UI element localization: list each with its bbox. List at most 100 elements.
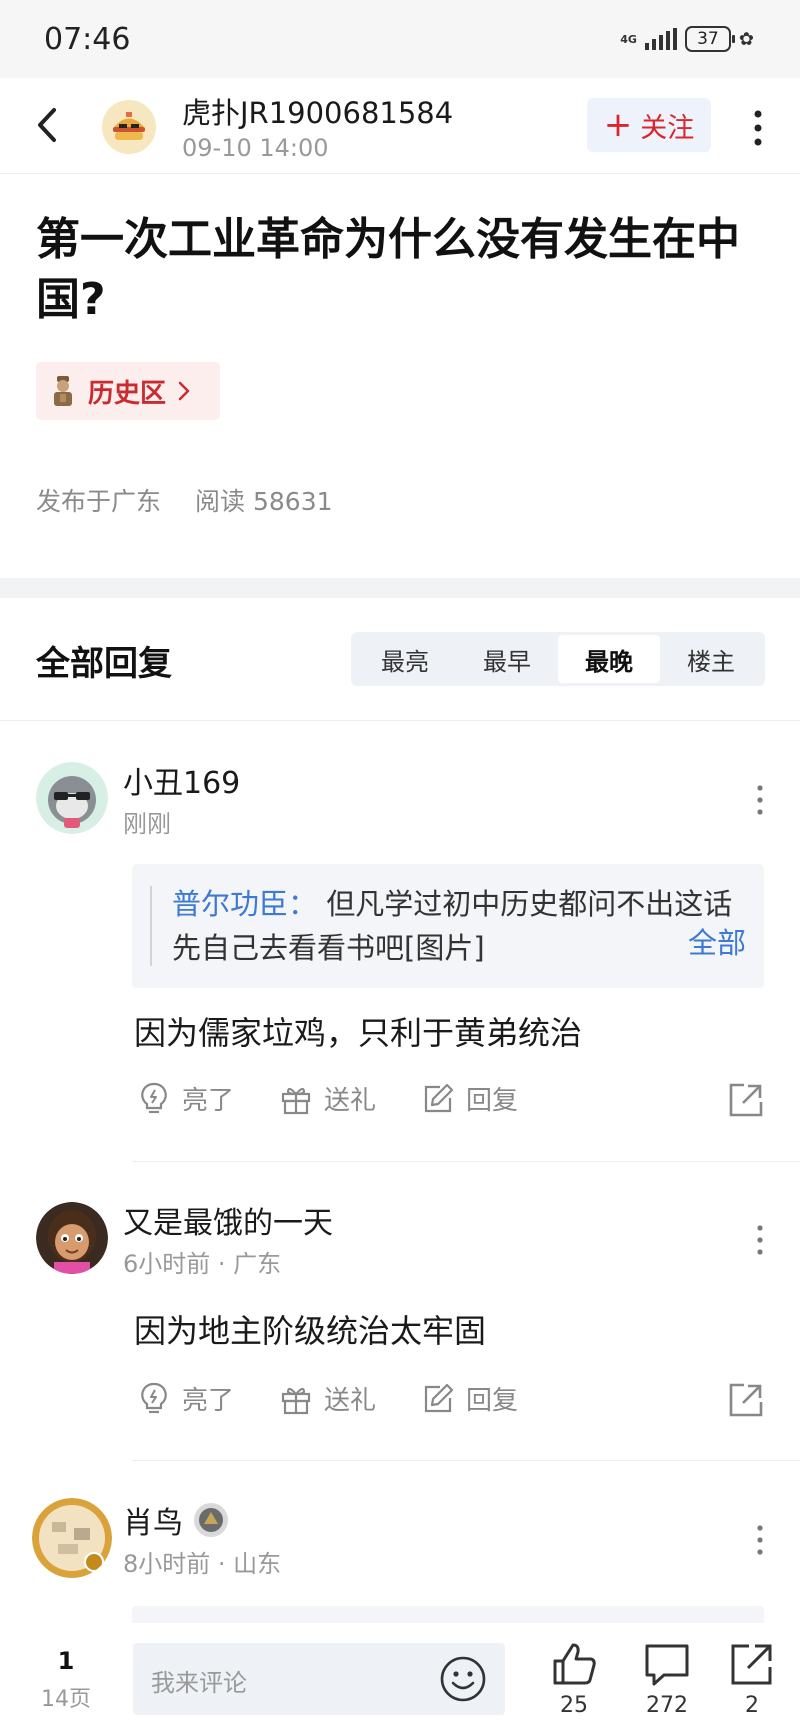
expand-link[interactable]: 全部: [681, 920, 746, 962]
reply-more-icon[interactable]: [748, 1520, 772, 1560]
power-saving-icon: ✿: [738, 28, 754, 50]
quote-user[interactable]: 普尔功臣：: [172, 887, 317, 921]
forum-label: 历史区: [88, 378, 167, 409]
page-indicator[interactable]: 1 14页: [36, 1647, 96, 1713]
reply-label: 回复: [466, 1086, 519, 1116]
status-bar: 07:46 4G 37 ✿: [0, 0, 800, 78]
reply-item: 又是最饿的一天 6小时前 · 广东 因为地主阶级统治太牢固: [0, 1202, 800, 1402]
tab-op-only[interactable]: 楼主: [660, 635, 762, 683]
forum-tag[interactable]: 历史区: [36, 362, 220, 420]
gift-icon: [281, 1387, 311, 1414]
share-icon[interactable]: [726, 1080, 766, 1120]
edit-icon: [424, 1383, 454, 1412]
author-avatar[interactable]: [102, 100, 156, 154]
lightbulb-icon: [141, 1382, 167, 1413]
like-post-button[interactable]: 25: [542, 1639, 606, 1718]
lightbulb-icon: [141, 1082, 167, 1113]
forum-icon: [54, 376, 72, 406]
reply-label: 回复: [466, 1386, 519, 1416]
chevron-right-icon: [178, 381, 190, 401]
edit-icon: [424, 1083, 454, 1112]
reply-more-icon[interactable]: [748, 1220, 772, 1260]
shares-count: 2: [745, 1693, 759, 1718]
section-divider: [0, 578, 800, 598]
reply-item: 肖鸟 8小时前 · 山东: [0, 1498, 800, 1612]
user-avatar[interactable]: [36, 1202, 108, 1274]
total-pages: 14页: [41, 1687, 91, 1712]
divider: [0, 720, 800, 721]
user-name-text: 小丑169: [123, 766, 241, 801]
post-meta: 发布于广东 阅读 58631: [36, 482, 351, 518]
bottom-bar: 1 14页 我来评论 25 272 2: [0, 1623, 800, 1733]
reply-time: 8小时前 · 山东: [123, 1550, 282, 1578]
comments-button[interactable]: 272: [635, 1639, 699, 1718]
reply-actions: 亮了 送礼 回复: [136, 1380, 766, 1424]
thumbs-up-icon: [553, 1643, 596, 1685]
reads-label: 阅读: [194, 487, 245, 516]
emoji-icon[interactable]: [439, 1655, 487, 1703]
reply-divider: [132, 1460, 800, 1461]
battery-icon: 37: [684, 26, 735, 52]
more-options-icon[interactable]: [738, 106, 778, 150]
comment-input[interactable]: 我来评论: [133, 1643, 505, 1715]
user-badge-icon: [194, 1503, 228, 1537]
reply-content: 因为地主阶级统治太牢固: [134, 1312, 487, 1350]
share-post-button[interactable]: 2: [720, 1639, 784, 1718]
gift-icon: [281, 1087, 311, 1114]
battery-level: 37: [697, 29, 719, 49]
plus-icon: +: [603, 105, 633, 145]
post-title: 第一次工业革命为什么没有发生在中国?: [36, 214, 740, 325]
reply-divider: [132, 1161, 800, 1162]
quoted-reply[interactable]: 普尔功臣： 但凡学过初中历史都问不出这话 先自己去看看书吧[图片] 全部: [132, 864, 764, 988]
comment-placeholder: 我来评论: [151, 1669, 247, 1697]
tab-earliest[interactable]: 最早: [456, 635, 558, 683]
post-header: 虎扑JR1900681584 09-10 14:00 + 关注: [0, 78, 800, 174]
post-location: 发布于广东: [36, 487, 162, 516]
user-name-text: 肖鸟: [123, 1506, 183, 1541]
user-name[interactable]: 肖鸟: [123, 1498, 229, 1542]
like-action[interactable]: 亮了: [136, 1380, 234, 1417]
quote-bar: [150, 886, 152, 966]
status-icons: 4G 37 ✿: [620, 22, 754, 56]
signal-icon: [644, 28, 677, 50]
post-date: 09-10 14:00: [182, 134, 329, 162]
tab-latest[interactable]: 最晚: [558, 635, 660, 683]
reply-time: 刚刚: [123, 810, 171, 838]
reads-count: 58631: [252, 487, 333, 516]
user-name[interactable]: 又是最饿的一天: [123, 1198, 333, 1242]
network-indicator: 4G: [620, 34, 637, 45]
reply-content: 因为儒家垃鸡，只利于黄弟统治: [134, 1014, 583, 1052]
like-action[interactable]: 亮了: [136, 1080, 234, 1117]
status-time: 07:46: [44, 22, 131, 57]
likes-count: 25: [560, 1693, 588, 1718]
reply-time: 6小时前 · 广东: [123, 1250, 282, 1278]
follow-label: 关注: [640, 112, 695, 144]
replies-title: 全部回复: [36, 644, 172, 684]
network-label: 4G: [620, 32, 637, 46]
reply-action[interactable]: 回复: [420, 1080, 518, 1117]
reply-content-row: 因为儒家垃鸡，只利于黄弟统治: [0, 1008, 800, 1058]
share-icon: [731, 1644, 772, 1685]
reply-action[interactable]: 回复: [420, 1380, 518, 1417]
gift-action[interactable]: 送礼: [278, 1080, 376, 1117]
user-name-text: 又是最饿的一天: [123, 1206, 333, 1241]
like-label: 亮了: [182, 1086, 235, 1116]
user-avatar[interactable]: [32, 1498, 112, 1578]
comment-icon: [645, 1644, 689, 1686]
user-avatar[interactable]: [36, 762, 108, 834]
share-icon[interactable]: [726, 1380, 766, 1420]
tab-brightest[interactable]: 最亮: [354, 635, 456, 683]
back-arrow-icon[interactable]: [30, 100, 70, 150]
user-name[interactable]: 小丑169: [123, 758, 240, 802]
sort-tabs: 最亮 最早 最晚 楼主: [351, 632, 765, 686]
reply-more-icon[interactable]: [748, 780, 772, 820]
gift-action[interactable]: 送礼: [278, 1380, 376, 1417]
gift-label: 送礼: [324, 1086, 377, 1116]
like-label: 亮了: [182, 1386, 235, 1416]
quote-text: 普尔功臣： 但凡学过初中历史都问不出这话 先自己去看看书吧[图片]: [172, 882, 744, 970]
gift-label: 送礼: [324, 1386, 377, 1416]
comments-count: 272: [646, 1693, 688, 1718]
follow-button[interactable]: + 关注: [587, 98, 711, 152]
current-page: 1: [57, 1647, 75, 1675]
author-name[interactable]: 虎扑JR1900681584: [182, 90, 453, 132]
